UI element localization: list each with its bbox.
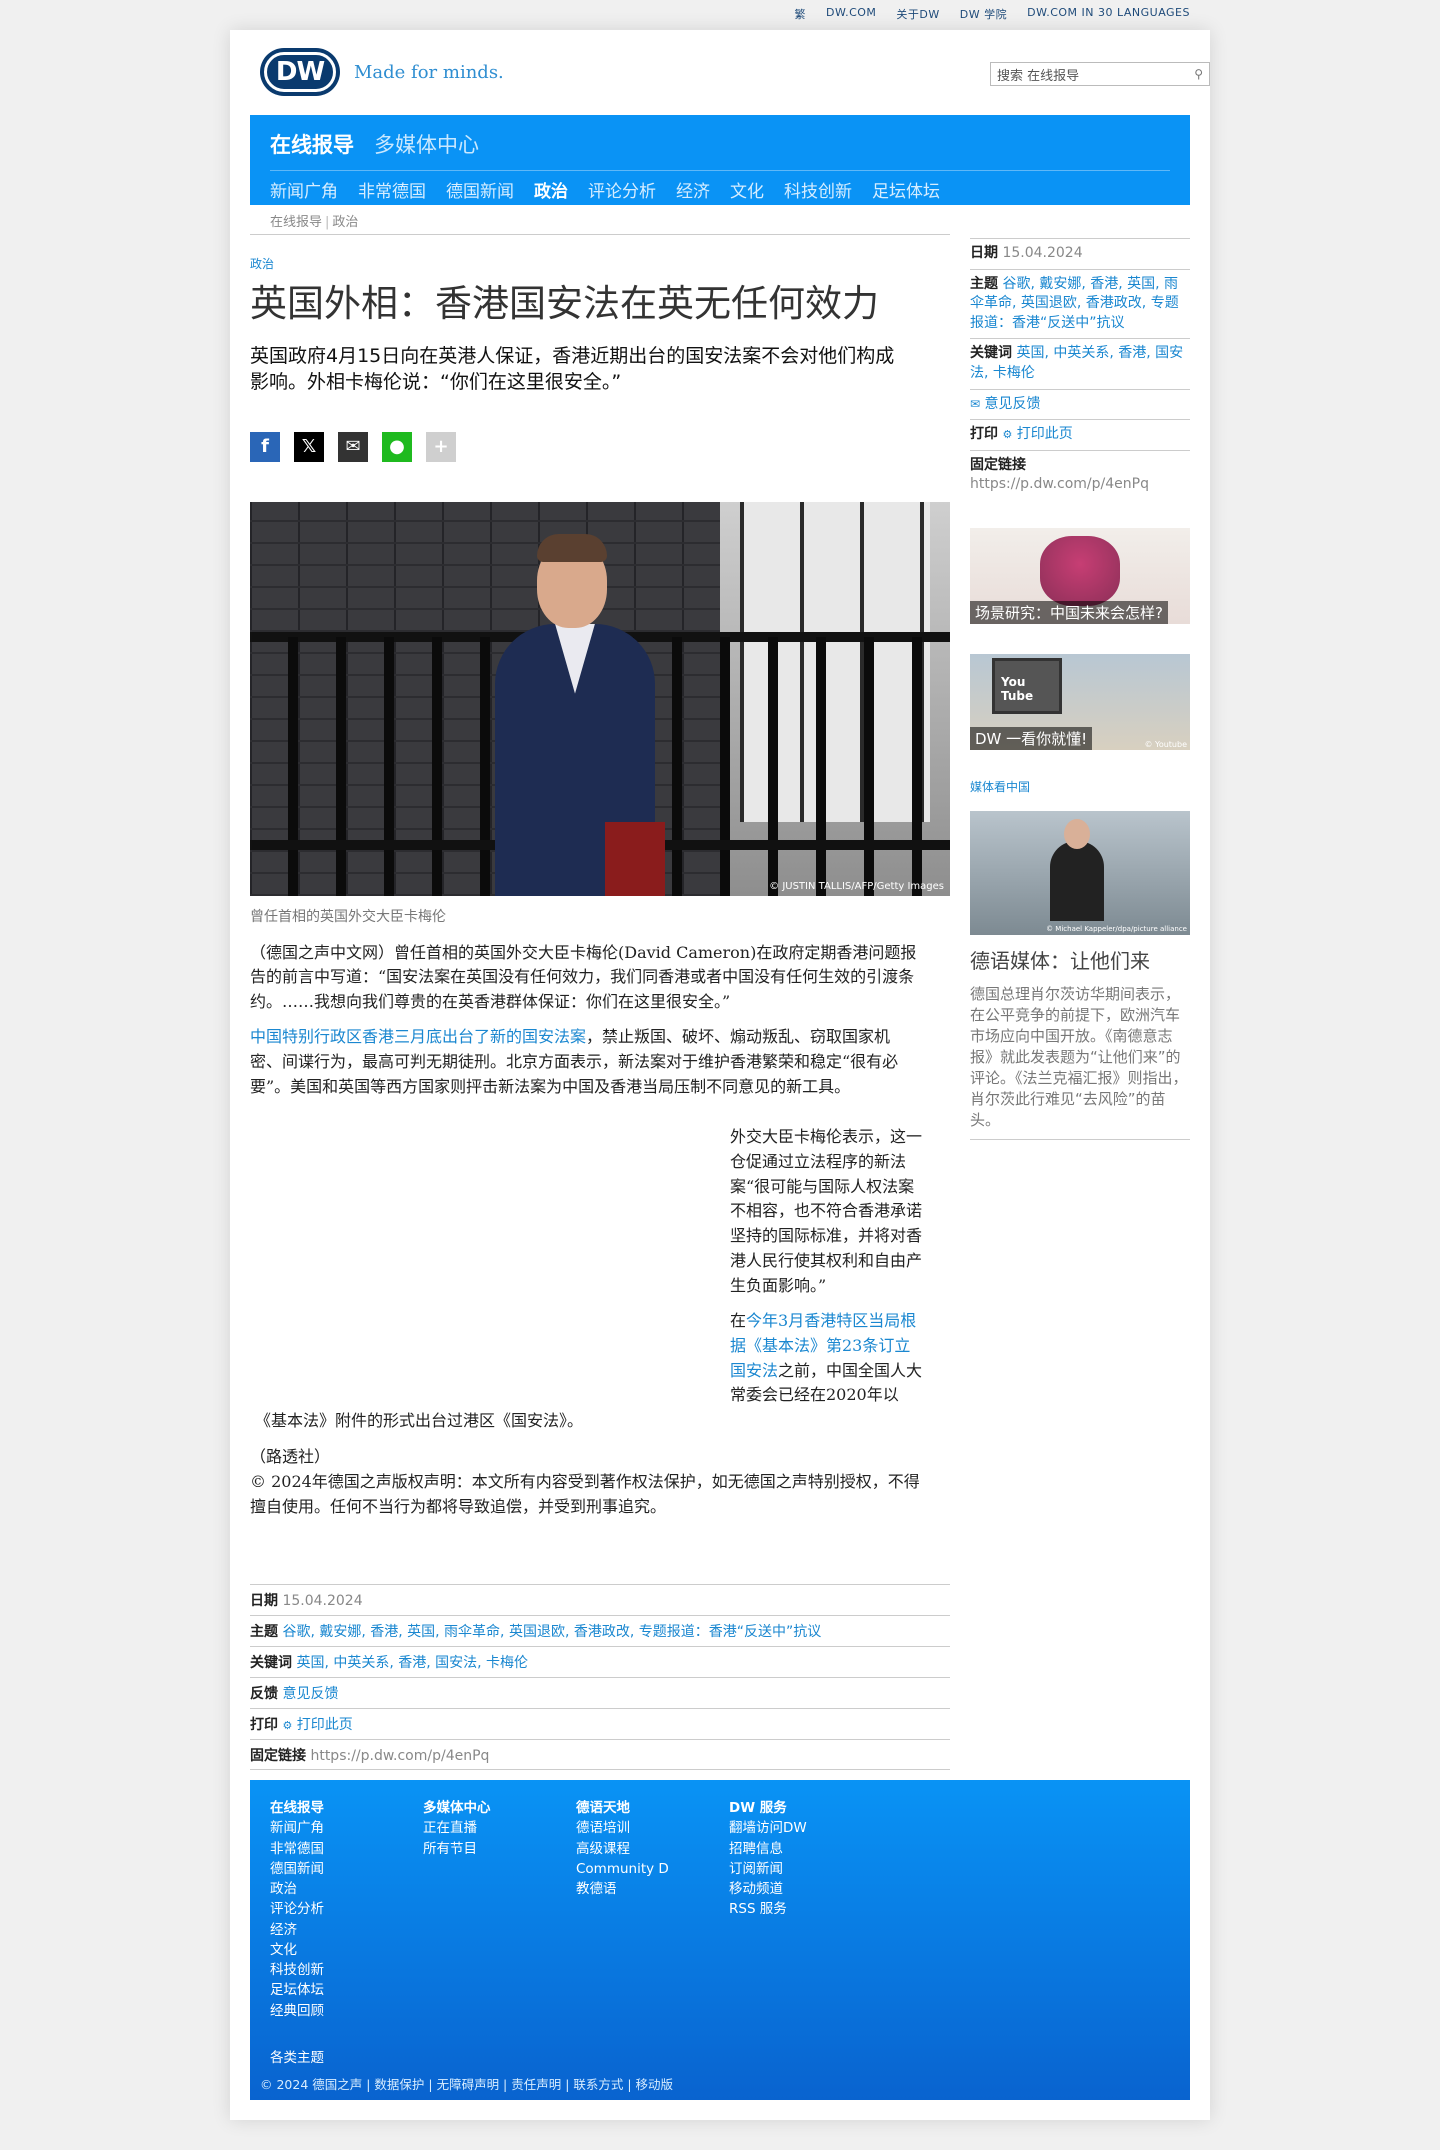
footer-all-topics[interactable]: 各类主题 xyxy=(270,2046,324,2066)
tagline: Made for minds. xyxy=(354,61,504,83)
media-china-teaser: 德国总理肖尔茨访华期间表示，在公平竞争的前提下，欧洲汽车市场应向中国开放。《南德… xyxy=(970,984,1188,1129)
footer-col-services: DW 服务 翻墙访问DW 招聘信息 订阅新闻 移动频道 RSS 服务 xyxy=(729,1800,807,1918)
promo-china-future[interactable]: 场景研究：中国未来会怎样? xyxy=(970,527,1190,624)
keyword-links[interactable]: 英国, 中英关系, 香港, 国安法, 卡梅伦 xyxy=(296,1655,528,1671)
facebook-icon[interactable]: f xyxy=(250,431,280,462)
divider xyxy=(250,234,950,235)
nav-sub-tech[interactable]: 科技创新 xyxy=(784,177,852,202)
top-link-traditional[interactable]: 繁 xyxy=(795,6,807,24)
paragraph: 《基本法》附件的形式出台过港区《国安法》。 xyxy=(255,1411,584,1430)
mail-icon: ✉ xyxy=(970,396,981,411)
top-strip: 繁 DW.COM 关于DW DW 学院 DW.COM IN 30 LANGUAG… xyxy=(795,6,1191,24)
footer-legal-links[interactable]: © 2024 德国之声 | 数据保护 | 无障碍声明 | 责任声明 | 联系方式… xyxy=(260,2074,673,2093)
permalink-value[interactable]: https://p.dw.com/p/4enPq xyxy=(310,1748,489,1764)
nav-sub-germany[interactable]: 非常德国 xyxy=(358,177,426,202)
nav-sub-politics[interactable]: 政治 xyxy=(534,177,568,202)
article-meta: 日期 15.04.2024 主题 谷歌, 戴安娜, 香港, 英国, 雨伞革命, … xyxy=(250,1584,950,1770)
main-nav: 在线报导 多媒体中心 新闻广角 非常德国 德国新闻 政治 评论分析 经济 文化 … xyxy=(250,115,1190,205)
feedback-link[interactable]: 意见反馈 xyxy=(282,1686,338,1702)
meta-permalink: 固定链接 https://p.dw.com/p/4enPq xyxy=(250,1739,950,1770)
meta-feedback: 反馈 意见反馈 xyxy=(250,1677,950,1708)
breadcrumb: 在线报导 | 政治 xyxy=(270,215,359,230)
promo-dw-explains[interactable]: DW 一看你就懂! © Youtube xyxy=(970,653,1190,750)
paragraph: （路透社） xyxy=(250,1447,331,1466)
promo-credit: © Youtube xyxy=(1144,739,1187,749)
copyright-notice: © 2024年德国之声版权声明：本文所有内容受到著作权法保护，如无德国之声特别授… xyxy=(250,1472,920,1516)
print-link[interactable]: 打印此页 xyxy=(1017,426,1073,442)
article-lead: 英国政府4月15日向在英港人保证，香港近期出台的国安法案不会对他们构成影响。外相… xyxy=(250,345,895,394)
nav-sub-economy[interactable]: 经济 xyxy=(676,177,710,202)
article-title: 英国外相：香港国安法在英无任何效力 xyxy=(250,282,879,325)
sidebar-keywords: 关键词 英国, 中英关系, 香港, 国安法, 卡梅伦 xyxy=(970,338,1190,388)
breadcrumb-item[interactable]: 政治 xyxy=(332,215,358,230)
meta-keywords: 关键词 英国, 中英关系, 香港, 国安法, 卡梅伦 xyxy=(250,1646,950,1677)
breadcrumb-item[interactable]: 在线报导 xyxy=(270,215,322,230)
x-twitter-icon[interactable]: 𝕏 xyxy=(294,431,324,462)
nav-media-center[interactable]: 多媒体中心 xyxy=(374,129,479,159)
paragraph: 中国特别行政区香港三月底出台了新的国安法案，禁止叛国、破坏、煽动叛乱、窃取国家机… xyxy=(250,1027,899,1096)
footer-col-media: 多媒体中心 正在直播 所有节目 xyxy=(423,1800,491,1857)
photo-credit: © Michael Kappeler/dpa/picture alliance xyxy=(1046,924,1187,933)
media-china-image[interactable]: © Michael Kappeler/dpa/picture alliance xyxy=(970,810,1190,935)
promo-label: DW 一看你就懂! xyxy=(970,726,1093,750)
permalink-value[interactable]: https://p.dw.com/p/4enPq xyxy=(970,476,1149,492)
photo-caption: 曾任首相的英国外交大臣卡梅伦 xyxy=(250,908,446,925)
print-icon: ⚙ xyxy=(282,1719,293,1732)
feedback-link[interactable]: 意见反馈 xyxy=(985,396,1041,412)
sidebar-print: 打印 ⚙ 打印此页 xyxy=(970,419,1190,450)
nav-sub-commentary[interactable]: 评论分析 xyxy=(588,177,656,202)
footer-col-online: 在线报导 新闻广角 非常德国 德国新闻 政治 评论分析 经济 文化 科技创新 足… xyxy=(270,1800,324,2019)
search-placeholder: 搜索 在线报导 xyxy=(997,68,1080,84)
site-logo[interactable]: DW Made for minds. xyxy=(260,48,504,96)
paragraph: 外交大臣卡梅伦表示，这一仓促通过立法程序的新法案“很可能与国际人权法案不相容，也… xyxy=(730,1127,923,1295)
search-input[interactable]: 搜索 在线报导 ⚲ xyxy=(990,62,1210,86)
print-link[interactable]: 打印此页 xyxy=(297,1717,353,1733)
share-bar: f 𝕏 ✉ ● + xyxy=(250,431,950,462)
search-icon[interactable]: ⚲ xyxy=(1194,67,1203,81)
meta-topics: 主题 谷歌, 戴安娜, 香港, 英国, 雨伞革命, 英国退欧, 香港政改, 专题… xyxy=(250,1615,950,1646)
youtube-tv-image xyxy=(992,657,1062,714)
site-footer: 在线报导 新闻广角 非常德国 德国新闻 政治 评论分析 经济 文化 科技创新 足… xyxy=(250,1780,1190,2100)
top-link-languages[interactable]: DW.COM IN 30 LANGUAGES xyxy=(1027,6,1190,24)
article-photo: © JUSTIN TALLIS/AFP/Getty Images xyxy=(250,501,950,896)
divider xyxy=(970,1138,1190,1140)
sidebar-permalink: 固定链接 https://p.dw.com/p/4enPq xyxy=(970,449,1190,500)
meta-date: 日期 15.04.2024 xyxy=(250,1584,950,1615)
media-china-kicker[interactable]: 媒体看中国 xyxy=(970,778,1190,795)
paragraph: 在今年3月香港特区当局根据《基本法》第23条订立国安法之前，中国全国人大常委会已… xyxy=(730,1311,923,1405)
print-icon: ⚙ xyxy=(1002,428,1013,442)
nav-sub-german-news[interactable]: 德国新闻 xyxy=(446,177,514,202)
nav-divider xyxy=(270,170,1170,171)
footer-col-german: 德语天地 德语培训 高级课程 Community D 教德语 xyxy=(576,1800,669,1897)
sidebar-feedback: ✉ 意见反馈 xyxy=(970,388,1190,420)
sidebar-date: 日期 15.04.2024 xyxy=(970,238,1190,269)
sidebar-topics: 主题 谷歌, 戴安娜, 香港, 英国, 雨伞革命, 英国退欧, 香港政改, 专题… xyxy=(970,268,1190,339)
email-icon[interactable]: ✉ xyxy=(338,431,368,462)
top-link-dwcom[interactable]: DW.COM xyxy=(826,6,876,24)
topics-links[interactable]: 谷歌, 戴安娜, 香港, 英国, 雨伞革命, 英国退欧, 香港政改, 专题报道：… xyxy=(282,1624,821,1640)
page-container: DW Made for minds. 搜索 在线报导 ⚲ 在线报导 多媒体中心 … xyxy=(230,30,1210,2120)
nav-sub-news[interactable]: 新闻广角 xyxy=(270,177,338,202)
dragon-image xyxy=(1040,535,1120,606)
speaker-figure xyxy=(1050,818,1104,921)
top-link-academy[interactable]: DW 学院 xyxy=(960,6,1007,24)
article: 政治 英国外相：香港国安法在英无任何效力 英国政府4月15日向在英港人保证，香港… xyxy=(250,255,950,1770)
sidebar: 日期 15.04.2024 主题 谷歌, 戴安娜, 香港, 英国, 雨伞革命, … xyxy=(970,238,1190,1140)
more-share-icon[interactable]: + xyxy=(426,431,456,462)
meta-print: 打印 ⚙ 打印此页 xyxy=(250,1708,950,1739)
nav-online-reports[interactable]: 在线报导 xyxy=(270,129,354,159)
dw-logo-icon: DW xyxy=(260,48,340,96)
paragraph: （德国之声中文网）曾任首相的英国外交大臣卡梅伦(David Cameron)在政… xyxy=(250,942,917,1012)
nav-sub-culture[interactable]: 文化 xyxy=(730,177,764,202)
media-china-headline[interactable]: 德语媒体：让他们来 xyxy=(970,945,1190,974)
article-kicker[interactable]: 政治 xyxy=(250,255,950,272)
line-icon[interactable]: ● xyxy=(382,431,412,462)
photo-credit: © JUSTIN TALLIS/AFP/Getty Images xyxy=(769,880,944,892)
top-link-about[interactable]: 关于DW xyxy=(896,6,939,24)
promo-label: 场景研究：中国未来会怎样? xyxy=(970,600,1168,624)
nav-sub-sports[interactable]: 足坛体坛 xyxy=(872,177,940,202)
topics-links[interactable]: 谷歌, 戴安娜, 香港, 英国, 雨伞革命, 英国退欧, 香港政改, 专题报道：… xyxy=(970,276,1179,331)
inline-link[interactable]: 中国特别行政区香港三月底出台了新的国安法案 xyxy=(250,1027,586,1046)
